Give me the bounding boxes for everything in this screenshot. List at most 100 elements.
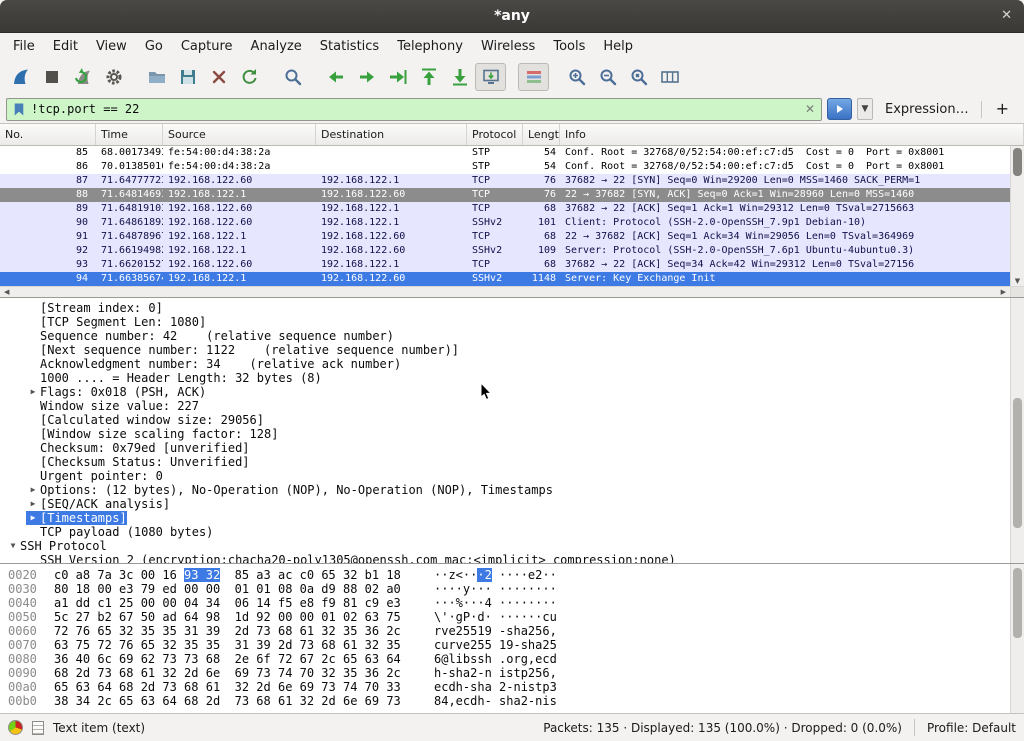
packet-list-vscrollbar[interactable]: ▼ xyxy=(1010,146,1024,286)
hex-row-0020[interactable]: 0020c0 a8 7a 3c 00 16 93 32 85 a3 ac c0 … xyxy=(0,568,1024,582)
menu-analyze[interactable]: Analyze xyxy=(242,36,311,57)
detail-line[interactable]: [Stream index: 0] xyxy=(0,301,1024,315)
packet-list-hscrollbar[interactable]: ◀ ▶ xyxy=(0,286,1010,297)
open-file-button[interactable] xyxy=(141,63,172,91)
packet-row-90[interactable]: 9071.648618924192.168.122.60192.168.122.… xyxy=(0,216,1010,230)
menu-statistics[interactable]: Statistics xyxy=(311,36,388,57)
column-header-length[interactable]: Length xyxy=(523,124,560,145)
packet-row-87[interactable]: 8771.647777234192.168.122.60192.168.122.… xyxy=(0,174,1010,188)
menu-edit[interactable]: Edit xyxy=(44,36,87,57)
detail-line[interactable]: [Next sequence number: 1122 (relative se… xyxy=(0,343,1024,357)
expander-icon[interactable]: ▶ xyxy=(26,511,40,525)
capture-comment-icon[interactable] xyxy=(32,721,44,735)
packet-row-88[interactable]: 8871.648146932192.168.122.1192.168.122.6… xyxy=(0,188,1010,202)
detail-line[interactable]: [TCP Segment Len: 1080] xyxy=(0,315,1024,329)
add-filter-button[interactable]: + xyxy=(987,99,1018,120)
packet-row-89[interactable]: 8971.648191037192.168.122.60192.168.122.… xyxy=(0,202,1010,216)
go-last-button[interactable] xyxy=(444,63,475,91)
packet-row-91[interactable]: 9171.648789678192.168.122.1192.168.122.6… xyxy=(0,230,1010,244)
detail-line[interactable]: [Window size scaling factor: 128] xyxy=(0,427,1024,441)
expander-icon[interactable]: ▶ xyxy=(26,385,40,399)
hex-scrollbar[interactable] xyxy=(1010,564,1024,713)
scroll-right-icon[interactable]: ▶ xyxy=(1001,288,1006,296)
hex-row-0090[interactable]: 009068 2d 73 68 61 32 2d 6e 69 73 74 70 … xyxy=(0,666,1024,680)
packet-row-94[interactable]: 9471.663856741192.168.122.1192.168.122.6… xyxy=(0,272,1010,286)
stop-capture-button[interactable] xyxy=(36,63,67,91)
expert-info-icon[interactable] xyxy=(8,720,23,735)
menu-view[interactable]: View xyxy=(87,36,136,57)
clear-filter-icon[interactable]: ✕ xyxy=(805,103,815,115)
zoom-in-button[interactable] xyxy=(561,63,592,91)
go-first-button[interactable] xyxy=(413,63,444,91)
scrollbar-thumb[interactable] xyxy=(1013,568,1022,638)
bookmark-icon[interactable] xyxy=(13,102,25,117)
go-forward-button[interactable] xyxy=(351,63,382,91)
go-back-button[interactable] xyxy=(320,63,351,91)
go-to-packet-button[interactable] xyxy=(382,63,413,91)
detail-line[interactable]: ▼SSH Protocol xyxy=(0,539,1024,553)
menu-go[interactable]: Go xyxy=(136,36,172,57)
detail-line[interactable]: Checksum: 0x79ed [unverified] xyxy=(0,441,1024,455)
hex-row-00a0[interactable]: 00a065 63 64 68 2d 73 68 61 32 2d 6e 69 … xyxy=(0,680,1024,694)
scroll-left-icon[interactable]: ◀ xyxy=(4,288,9,296)
scroll-down-icon[interactable]: ▼ xyxy=(1011,277,1024,285)
column-header-source[interactable]: Source xyxy=(163,124,316,145)
reload-file-button[interactable] xyxy=(234,63,265,91)
resize-columns-button[interactable] xyxy=(654,63,685,91)
detail-line[interactable]: [Checksum Status: Unverified] xyxy=(0,455,1024,469)
find-packet-button[interactable] xyxy=(277,63,308,91)
expander-icon[interactable]: ▼ xyxy=(6,539,20,553)
profile-button[interactable]: Profile: Default xyxy=(927,721,1016,735)
column-header-time[interactable]: Time xyxy=(96,124,163,145)
detail-line[interactable]: SSH Version 2 (encryption:chacha20-poly1… xyxy=(0,553,1024,563)
column-header-no[interactable]: No. xyxy=(0,124,96,145)
packet-row-92[interactable]: 9271.661949820192.168.122.1192.168.122.6… xyxy=(0,244,1010,258)
detail-line[interactable]: Window size value: 227 xyxy=(0,399,1024,413)
detail-line[interactable]: ▶Flags: 0x018 (PSH, ACK) xyxy=(0,385,1024,399)
capture-options-button[interactable] xyxy=(98,63,129,91)
column-header-info[interactable]: Info xyxy=(560,124,1024,145)
close-icon[interactable]: ✕ xyxy=(1001,8,1012,23)
detail-line[interactable]: ▶[SEQ/ACK analysis] xyxy=(0,497,1024,511)
expression-button[interactable]: Expression… xyxy=(878,102,976,117)
scrollbar-thumb[interactable] xyxy=(1013,148,1022,176)
hex-row-0080[interactable]: 008036 40 6c 69 62 73 73 68 2e 6f 72 67 … xyxy=(0,652,1024,666)
hex-row-0050[interactable]: 00505c 27 b2 67 50 ad 64 98 1d 92 00 00 … xyxy=(0,610,1024,624)
column-header-destination[interactable]: Destination xyxy=(316,124,467,145)
detail-line[interactable]: TCP payload (1080 bytes) xyxy=(0,525,1024,539)
hex-row-0030[interactable]: 003080 18 00 e3 79 ed 00 00 01 01 08 0a … xyxy=(0,582,1024,596)
packet-row-85[interactable]: 8568.001734936fe:54:00:d4:38:2aSTP54Conf… xyxy=(0,146,1010,160)
hex-row-0060[interactable]: 006072 76 65 32 35 35 31 39 2d 73 68 61 … xyxy=(0,624,1024,638)
auto-scroll-button[interactable] xyxy=(475,63,506,91)
packet-row-86[interactable]: 8670.013850163fe:54:00:d4:38:2aSTP54Conf… xyxy=(0,160,1010,174)
zoom-out-button[interactable] xyxy=(592,63,623,91)
expander-icon[interactable]: ▶ xyxy=(26,483,40,497)
save-file-button[interactable] xyxy=(172,63,203,91)
menu-tools[interactable]: Tools xyxy=(544,36,594,57)
packet-row-93[interactable]: 9371.662015274192.168.122.60192.168.122.… xyxy=(0,258,1010,272)
detail-line[interactable]: [Calculated window size: 29056] xyxy=(0,413,1024,427)
menu-telephony[interactable]: Telephony xyxy=(388,36,472,57)
filter-dropdown-caret-icon[interactable]: ▼ xyxy=(857,98,873,120)
detail-line[interactable]: 1000 .... = Header Length: 32 bytes (8) xyxy=(0,371,1024,385)
restart-capture-button[interactable] xyxy=(67,63,98,91)
close-file-button[interactable] xyxy=(203,63,234,91)
detail-line[interactable]: Acknowledgment number: 34 (relative ack … xyxy=(0,357,1024,371)
detail-line[interactable]: Urgent pointer: 0 xyxy=(0,469,1024,483)
zoom-reset-button[interactable] xyxy=(623,63,654,91)
detail-line[interactable]: Sequence number: 42 (relative sequence n… xyxy=(0,329,1024,343)
expander-icon[interactable]: ▶ xyxy=(26,497,40,511)
detail-line[interactable]: ▶Options: (12 bytes), No-Operation (NOP)… xyxy=(0,483,1024,497)
display-filter-input[interactable] xyxy=(31,102,799,116)
scrollbar-thumb[interactable] xyxy=(1013,398,1022,528)
hex-row-00b0[interactable]: 00b038 34 2c 65 63 64 68 2d 73 68 61 32 … xyxy=(0,694,1024,708)
display-filter-field[interactable]: ✕ xyxy=(6,98,822,121)
menu-wireless[interactable]: Wireless xyxy=(472,36,544,57)
menu-capture[interactable]: Capture xyxy=(172,36,242,57)
details-scrollbar[interactable] xyxy=(1010,298,1024,563)
start-capture-button[interactable] xyxy=(5,63,36,91)
column-header-protocol[interactable]: Protocol xyxy=(467,124,523,145)
menu-file[interactable]: File xyxy=(4,36,44,57)
menu-help[interactable]: Help xyxy=(594,36,642,57)
hex-row-0070[interactable]: 007063 75 72 76 65 32 35 35 31 39 2d 73 … xyxy=(0,638,1024,652)
